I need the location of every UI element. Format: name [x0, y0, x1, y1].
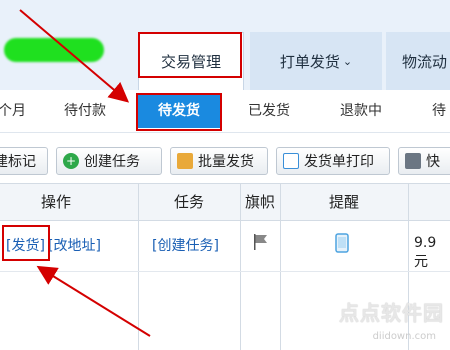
watermark-logo: 点点软件园 [339, 297, 444, 326]
watermark-url: diidown.com [372, 331, 436, 342]
watermark-text: 点点软件园 [339, 301, 444, 325]
